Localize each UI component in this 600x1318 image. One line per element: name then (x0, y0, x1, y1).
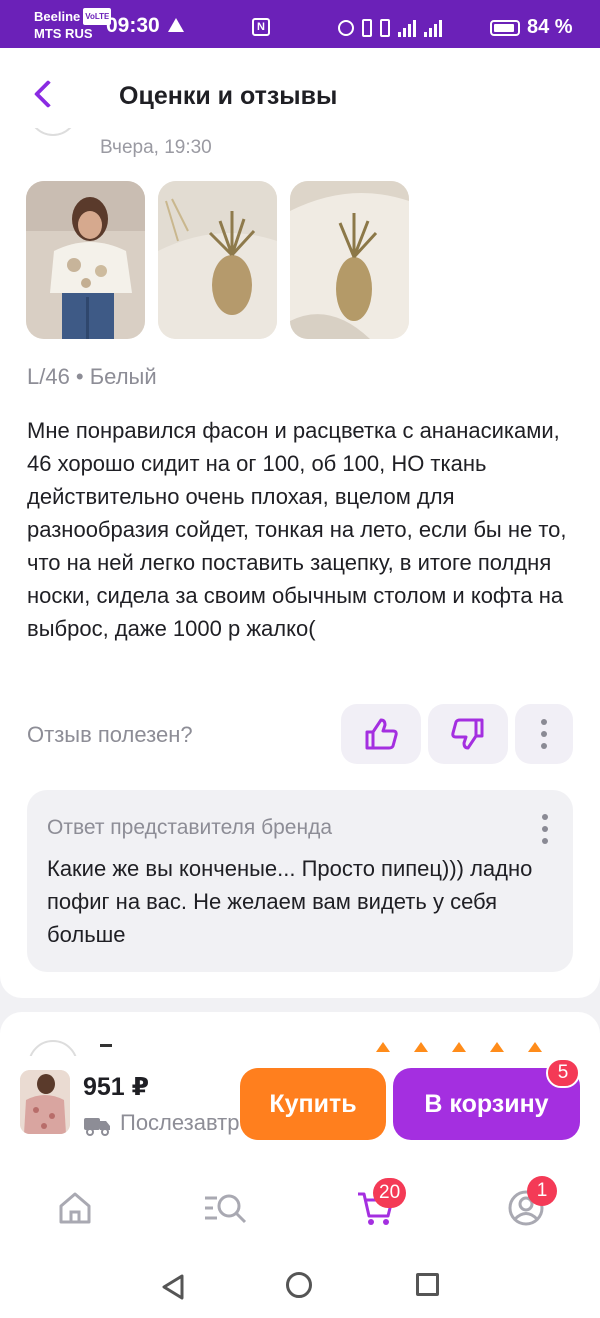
thumbs-up-icon (365, 718, 398, 750)
star-icon (490, 1042, 504, 1052)
status-icons (338, 18, 442, 38)
nav-home[interactable] (55, 1188, 95, 1228)
system-recents-icon[interactable] (416, 1273, 439, 1296)
review-photo-3[interactable] (290, 181, 409, 339)
home-icon (59, 1192, 91, 1224)
warning-icon (168, 18, 184, 32)
carrier-info: Beeline VoLTE MTS RUS (34, 8, 112, 42)
bluetooth-icon (362, 19, 372, 37)
delivery-info: Послезавтра (83, 1110, 239, 1136)
status-bar: Beeline VoLTE MTS RUS 09:30 N 84 % (0, 0, 600, 48)
catalog-search-icon (205, 1194, 247, 1224)
helpful-label: Отзыв полезен? (27, 722, 193, 747)
system-nav-bar (0, 1252, 600, 1318)
delivery-text: Послезавтра (120, 1110, 239, 1135)
rating-stars (376, 1042, 542, 1052)
clock: 09:30 (106, 14, 160, 37)
buy-button[interactable]: Купить (240, 1068, 386, 1140)
more-vertical-icon (541, 719, 547, 749)
star-icon (414, 1042, 428, 1052)
thumbs-down-button[interactable] (428, 704, 508, 764)
carrier-2: MTS RUS (34, 26, 93, 41)
more-vertical-icon (542, 814, 548, 844)
alarm-icon (338, 20, 354, 36)
product-price: 951 ₽ (83, 1073, 150, 1101)
cart-count-badge: 5 (546, 1058, 580, 1088)
nav-catalog[interactable] (203, 1188, 247, 1228)
reviewer-name-partial (100, 1044, 112, 1047)
review-variant: L/46 • Белый (27, 364, 157, 389)
thumbs-up-button[interactable] (341, 704, 421, 764)
product-thumbnail[interactable] (20, 1070, 70, 1134)
battery-icon (490, 20, 520, 36)
vibrate-icon (380, 19, 390, 37)
star-icon (376, 1042, 390, 1052)
page-title: Оценки и отзывы (119, 82, 338, 110)
brand-reply-more-button[interactable] (535, 812, 555, 846)
app-header: Оценки и отзывы (0, 48, 600, 128)
cart-nav-badge: 20 (373, 1178, 407, 1208)
review-card: Вчера, 19:30 L/46 • Белый Мне понравился… (0, 128, 600, 998)
review-photo-2[interactable] (158, 181, 277, 339)
review-text: Мне понравился фасон и расцветка с анана… (27, 418, 567, 641)
purchase-bar: 951 ₽ Послезавтра Купить В корзину (0, 1056, 600, 1160)
system-home-icon[interactable] (286, 1272, 312, 1298)
brand-reply: Ответ представителя бренда Какие же вы к… (27, 790, 573, 972)
nfc-icon: N (252, 18, 270, 36)
review-photo-1[interactable] (26, 181, 145, 339)
review-photos (26, 181, 409, 339)
signal-2-icon (424, 19, 442, 37)
brand-reply-text: Какие же вы конченые... Просто пипец))) … (47, 856, 533, 947)
signal-1-icon (398, 19, 416, 37)
review-more-button[interactable] (515, 704, 573, 764)
star-icon (528, 1042, 542, 1052)
reviewer-avatar (28, 128, 78, 136)
battery-percent: 84 % (527, 16, 573, 38)
bottom-nav: 20 1 (0, 1160, 600, 1252)
back-button[interactable] (28, 78, 62, 112)
thumbs-down-icon (451, 718, 484, 750)
system-back-icon[interactable] (160, 1273, 186, 1301)
review-date: Вчера, 19:30 (100, 137, 212, 158)
truck-icon (84, 1118, 110, 1136)
star-icon (452, 1042, 466, 1052)
carrier-1: Beeline (34, 9, 81, 24)
brand-reply-title: Ответ представителя бренда (47, 816, 333, 839)
profile-nav-badge: 1 (527, 1176, 557, 1206)
